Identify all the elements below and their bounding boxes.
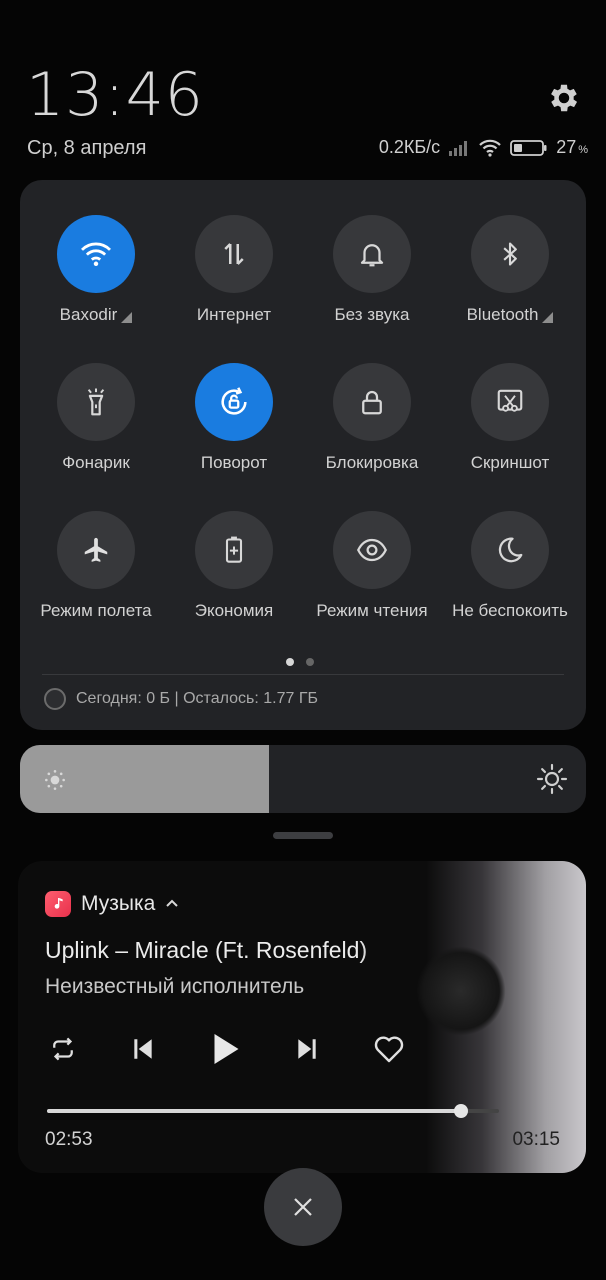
seek-bar[interactable] — [47, 1104, 499, 1118]
drag-handle[interactable] — [273, 832, 333, 839]
signal-icon — [448, 140, 470, 156]
tile-label-flashlight: Фонарик — [62, 453, 130, 472]
total-time: 03:15 — [512, 1129, 560, 1150]
rotation-toggle[interactable] — [195, 363, 273, 441]
like-button[interactable] — [369, 1029, 409, 1069]
tile-label-screenshot: Скриншот — [470, 453, 550, 472]
album-art-disc — [416, 946, 506, 1036]
airplane-icon — [84, 537, 108, 562]
play-icon — [214, 1034, 239, 1064]
skip-next-icon — [298, 1039, 316, 1059]
airplane-toggle[interactable] — [57, 511, 135, 589]
clear-notifications-button[interactable] — [264, 1168, 342, 1246]
tile-mobile-data[interactable]: Интернет — [165, 215, 303, 325]
wifi-toggle[interactable] — [57, 215, 135, 293]
divider — [42, 674, 564, 675]
tile-label-internet: Интернет — [196, 305, 272, 324]
tile-bluetooth[interactable]: Bluetooth — [441, 215, 579, 325]
tile-lock[interactable]: Блокировка — [303, 363, 441, 473]
data-usage-text: Сегодня: 0 Б | Осталось: 1.77 ГБ — [76, 690, 318, 707]
flashlight-toggle[interactable] — [57, 363, 135, 441]
quick-settings-panel: Baxodir Интернет Без звука Bluetooth Фон… — [20, 180, 586, 730]
data-usage-row[interactable]: Сегодня: 0 Б | Осталось: 1.77 ГБ — [44, 688, 318, 710]
screenshot-toggle[interactable] — [471, 363, 549, 441]
wifi-status-icon — [478, 139, 502, 157]
battery-percent: 27% — [556, 137, 588, 157]
play-button[interactable] — [203, 1029, 247, 1069]
tile-label-reading-mode: Режим чтения — [316, 601, 428, 620]
page-indicator — [286, 658, 314, 666]
flashlight-icon — [87, 388, 105, 416]
network-speed: 0.2КБ/с — [378, 137, 441, 157]
tile-silent[interactable]: Без звука — [303, 215, 441, 325]
settings-gear-icon[interactable] — [546, 80, 582, 116]
battery-icon — [510, 139, 548, 157]
bell-icon — [360, 244, 384, 267]
repeat-button[interactable] — [43, 1029, 83, 1069]
page-dot-active — [286, 658, 294, 666]
close-icon — [294, 1198, 312, 1216]
silent-toggle[interactable] — [333, 215, 411, 293]
moon-icon — [498, 537, 523, 563]
heart-icon — [374, 1036, 404, 1063]
screenshot-icon — [497, 389, 523, 412]
tile-wifi[interactable]: Baxodir — [27, 215, 165, 325]
expand-corner-icon[interactable] — [121, 311, 133, 323]
mobile-data-toggle[interactable] — [195, 215, 273, 293]
tile-label-dnd: Не беспокоить — [452, 601, 568, 620]
seek-bar-fill — [47, 1109, 461, 1113]
tile-battery-saver[interactable]: Экономия — [165, 511, 303, 621]
tile-flashlight[interactable]: Фонарик — [27, 363, 165, 473]
previous-button[interactable] — [123, 1029, 163, 1069]
brightness-slider[interactable] — [20, 745, 586, 813]
tile-reading-mode[interactable]: Режим чтения — [303, 511, 441, 621]
brightness-high-icon — [536, 763, 568, 800]
seek-bar-thumb[interactable] — [453, 1104, 468, 1118]
status-bar-right: 0.2КБ/с 27% — [379, 137, 588, 158]
chevron-up-icon[interactable] — [165, 895, 179, 913]
lock-toggle[interactable] — [333, 363, 411, 441]
dnd-toggle[interactable] — [471, 511, 549, 589]
bluetooth-icon — [503, 242, 517, 266]
date[interactable]: Ср, 8 апреля — [27, 137, 146, 160]
battery-saver-icon — [225, 536, 243, 563]
rotation-lock-icon — [221, 387, 247, 415]
tile-label-airplane: Режим полета — [40, 601, 152, 620]
tile-airplane[interactable]: Режим полета — [27, 511, 165, 621]
mobile-data-icon — [224, 243, 244, 265]
skip-previous-icon — [134, 1039, 152, 1059]
tile-label-battery-saver: Экономия — [194, 601, 274, 620]
tile-label-bluetooth: Bluetooth — [466, 305, 539, 324]
notification-shade: 13:46 Ср, 8 апреля 0.2КБ/с 27 % Baxodir … — [0, 0, 606, 1280]
tile-label-wifi: Baxodir — [59, 305, 118, 324]
tile-dnd[interactable]: Не беспокоить — [441, 511, 579, 621]
lock-icon — [362, 390, 382, 415]
bluetooth-toggle[interactable] — [471, 215, 549, 293]
battery-saver-toggle[interactable] — [195, 511, 273, 589]
elapsed-time: 02:53 — [45, 1129, 93, 1150]
repeat-icon — [53, 1037, 73, 1061]
eye-icon — [356, 538, 388, 562]
song-title: Uplink – Miracle (Ft. Rosenfeld) — [45, 937, 368, 963]
clock[interactable]: 13:46 — [26, 60, 204, 130]
data-usage-icon — [44, 688, 66, 710]
next-button[interactable] — [287, 1029, 327, 1069]
expand-corner-icon[interactable] — [542, 311, 554, 323]
wifi-icon — [81, 242, 111, 267]
tile-label-silent: Без звука — [334, 305, 410, 324]
page-dot — [306, 658, 314, 666]
music-notification[interactable]: Музыка Uplink – Miracle (Ft. Rosenfeld) … — [18, 861, 586, 1173]
music-app-icon — [45, 891, 71, 917]
song-artist: Неизвестный исполнитель — [45, 975, 305, 998]
tile-label-lock: Блокировка — [325, 453, 419, 472]
tile-rotation[interactable]: Поворот — [165, 363, 303, 473]
tile-label-rotation: Поворот — [200, 453, 268, 472]
notification-header[interactable]: Музыка — [45, 891, 179, 917]
tile-screenshot[interactable]: Скриншот — [441, 363, 579, 473]
reading-mode-toggle[interactable] — [333, 511, 411, 589]
brightness-low-icon — [42, 767, 68, 798]
app-name: Музыка — [81, 892, 156, 915]
